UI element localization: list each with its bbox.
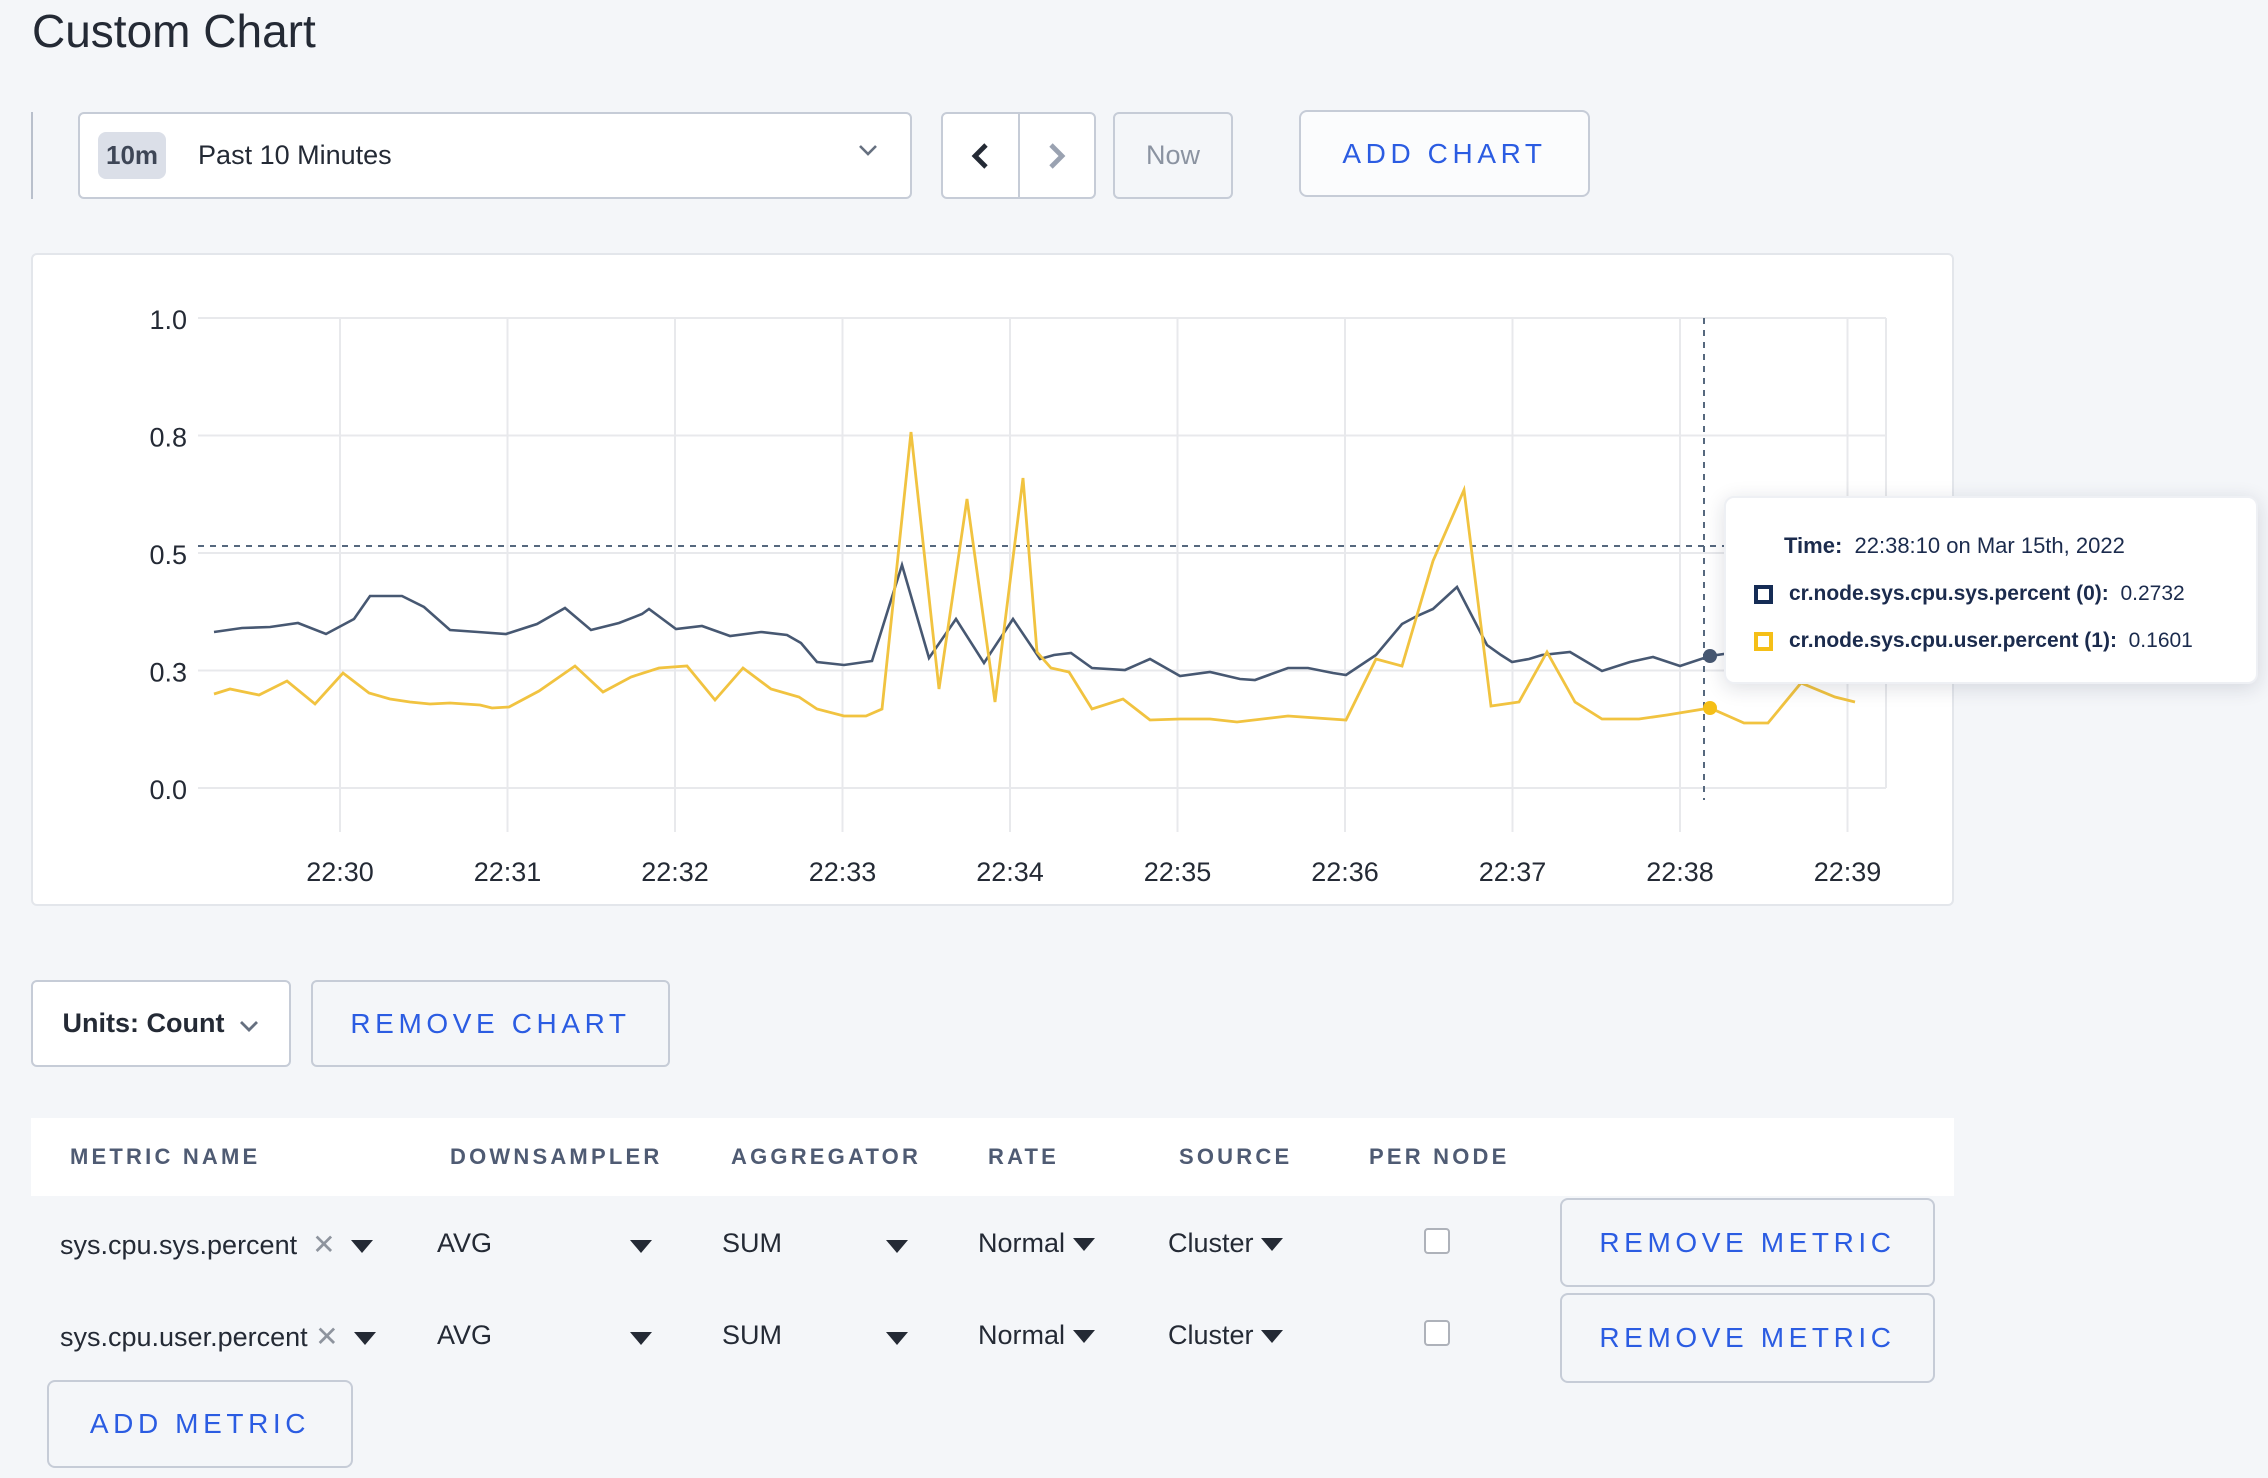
- svg-text:0.5: 0.5: [149, 540, 187, 570]
- svg-text:22:35: 22:35: [1144, 857, 1212, 887]
- svg-text:1.0: 1.0: [149, 305, 187, 335]
- svg-text:22:37: 22:37: [1479, 857, 1547, 887]
- svg-text:22:39: 22:39: [1814, 857, 1882, 887]
- svg-text:22:30: 22:30: [306, 857, 374, 887]
- svg-text:22:36: 22:36: [1311, 857, 1379, 887]
- svg-text:0.8: 0.8: [149, 423, 187, 453]
- svg-text:22:38: 22:38: [1646, 857, 1714, 887]
- svg-text:22:34: 22:34: [976, 857, 1044, 887]
- svg-text:0.3: 0.3: [149, 658, 187, 688]
- svg-text:22:32: 22:32: [641, 857, 709, 887]
- svg-text:0.0: 0.0: [149, 775, 187, 805]
- svg-text:22:33: 22:33: [809, 857, 877, 887]
- svg-text:22:31: 22:31: [474, 857, 542, 887]
